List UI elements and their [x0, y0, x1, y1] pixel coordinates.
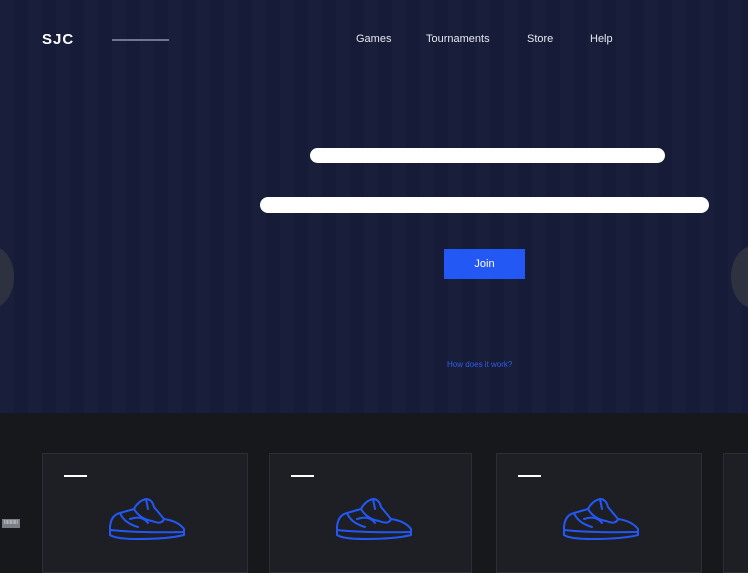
corner-badge: IIIIIIIIII [2, 519, 20, 528]
card-title-placeholder [291, 475, 314, 477]
how-it-works-link[interactable]: How does it work? [447, 360, 512, 369]
nav-link-tournaments[interactable]: Tournaments [426, 33, 490, 45]
site-logo[interactable]: SJC [42, 31, 74, 48]
card-title-placeholder [64, 475, 87, 477]
subheadline-placeholder-bar [260, 197, 709, 213]
product-card-partial[interactable] [723, 453, 748, 573]
sneaker-icon [109, 498, 185, 540]
product-card[interactable] [496, 453, 702, 573]
join-button[interactable]: Join [444, 249, 525, 279]
sneaker-icon [336, 498, 412, 540]
card-title-placeholder [518, 475, 541, 477]
nav-link-help[interactable]: Help [590, 33, 613, 45]
sneaker-icon [563, 498, 639, 540]
nav-link-games[interactable]: Games [356, 33, 391, 45]
nav-link-store[interactable]: Store [527, 33, 553, 45]
logo-divider-line [112, 39, 169, 41]
headline-placeholder-bar [310, 148, 665, 163]
product-card[interactable] [269, 453, 472, 573]
product-card[interactable] [42, 453, 248, 573]
hero-section: SJC Games Tournaments Store Help Join Ho… [0, 0, 748, 413]
